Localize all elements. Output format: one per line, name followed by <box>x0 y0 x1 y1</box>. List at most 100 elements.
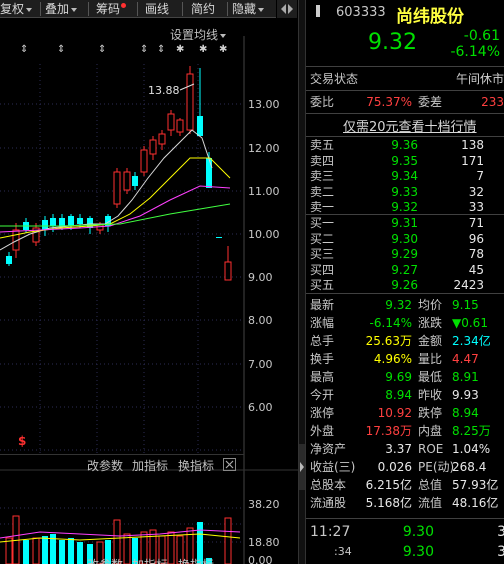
stat-label: 涨跌 <box>418 316 443 330</box>
sell-price: 9.32 <box>391 200 418 214</box>
sell-level-label: 卖一 <box>310 200 335 214</box>
stat-label: 昨收 <box>418 388 443 402</box>
stats-row: 外盘 17.38万 内盘 8.25万 <box>306 422 504 440</box>
weibi-label: 委比 <box>310 95 335 109</box>
sell-row[interactable]: 卖一 9.32 33 <box>306 200 504 215</box>
chevron-down-icon <box>258 7 265 12</box>
tick-list: 11:27 9.30 3:34 9.30 3 <box>306 522 504 562</box>
stat-value: 8.94 <box>385 388 412 402</box>
tick-time: :34 <box>334 545 352 558</box>
price-tick-label: 6.00 <box>248 401 273 414</box>
stock-code: 603333 <box>336 5 386 20</box>
drawline-button[interactable]: 画线 <box>145 0 173 18</box>
fuquan-button[interactable]: 复权 <box>0 0 40 18</box>
trade-status-row: 交易状态 午间休市 <box>306 70 504 88</box>
sell-level-label: 卖四 <box>310 153 335 168</box>
stat-label: 内盘 <box>418 424 443 438</box>
simple-button[interactable]: 简约 <box>191 0 219 18</box>
stat-value: 6.215亿 <box>365 478 412 492</box>
sell-row[interactable]: 卖二 9.33 32 <box>306 185 504 200</box>
buy-price: 9.30 <box>391 231 418 246</box>
hide-button[interactable]: 隐藏 <box>232 0 274 18</box>
price-axis: 13.00 12.00 11.00 10.00 9.00 8.00 7.00 6.00 38.2… <box>0 18 298 564</box>
price-change: -0.61 <box>463 28 500 44</box>
sell-price: 9.34 <box>391 169 418 183</box>
sell-orders: 卖五 9.36 138 卖四 9.35 171 卖三 9.34 7 卖二 9.33 32 卖一 9.32 3… <box>306 138 504 218</box>
buy-volume: 71 <box>468 216 484 230</box>
last-price: 9.32 <box>368 30 417 55</box>
stat-value: ▼0.61 <box>452 316 488 330</box>
sell-volume: 171 <box>461 153 484 168</box>
price-tick-label: 13.00 <box>248 98 280 111</box>
overlay-button[interactable]: 叠加 <box>45 0 82 18</box>
buy-row[interactable]: 买一 9.31 71 <box>306 216 504 231</box>
stat-label: 今开 <box>310 388 335 402</box>
sell-row[interactable]: 卖四 9.35 171 <box>306 154 504 169</box>
buy-price: 9.27 <box>391 262 418 277</box>
weicha-label: 委差 <box>418 95 443 109</box>
buy-row[interactable]: 买二 9.30 96 <box>306 232 504 247</box>
stat-label: 均价 <box>418 298 443 312</box>
scroll-arrows-icon[interactable] <box>277 0 297 18</box>
change-params-button-2[interactable]: 改参数 <box>87 556 123 564</box>
add-indicator-button[interactable]: 加指标 <box>132 457 168 474</box>
chips-button[interactable]: 筹码 <box>96 0 136 18</box>
stat-value: 9.93 <box>452 388 479 402</box>
switch-indicator-button[interactable]: 换指标 <box>178 457 214 474</box>
sell-volume: 7 <box>476 169 484 183</box>
switch-indicator-button-2[interactable]: 换指标 <box>178 556 214 564</box>
stat-label: 涨停 <box>310 406 335 420</box>
stat-label: 金额 <box>418 334 443 348</box>
splitter-handle[interactable] <box>299 444 305 490</box>
stat-label: 涨幅 <box>310 316 335 330</box>
sell-row[interactable]: 卖五 9.36 138 <box>306 138 504 153</box>
buy-row[interactable]: 买三 9.29 78 <box>306 247 504 262</box>
hide-label: 隐藏 <box>232 2 257 16</box>
stats-row: 总手 25.63万 金额 2.34亿 <box>306 332 504 350</box>
add-indicator-button-2[interactable]: 加指标 <box>132 556 168 564</box>
sell-level-label: 卖三 <box>310 169 335 183</box>
star-icon[interactable] <box>314 4 322 21</box>
stats-row: 总股本 6.215亿 总值 57.93亿 <box>306 476 504 494</box>
sell-volume: 138 <box>461 138 484 152</box>
close-icon <box>225 460 234 469</box>
collapse-arrow-icon <box>300 462 304 472</box>
chips-label: 筹码 <box>96 2 121 16</box>
buy-row[interactable]: 买五 9.26 2423 <box>306 278 504 293</box>
buy-level-label: 买二 <box>310 231 335 246</box>
price-tick-label: 7.00 <box>248 358 273 371</box>
price-tick-label: 11.00 <box>248 185 280 198</box>
buy-volume: 2423 <box>453 278 484 292</box>
stat-label: 总股本 <box>310 478 347 492</box>
stat-value: 8.91 <box>452 370 479 384</box>
buy-volume: 45 <box>468 262 484 277</box>
kline-chart[interactable]: 设置均线 ⇕ ⇕ ⇕ ⇕ ⇕ ✱ ✱ ✱ 13.88 13.00 12.00 11.00 10.00… <box>0 18 298 564</box>
weibi-row: 委比 75.37% 委差 233 <box>306 93 504 111</box>
stats-row: 收益(三) 0.026 PE(动) 268.4 <box>306 458 504 476</box>
stat-value: 4.96% <box>373 352 412 366</box>
stat-label: 总值 <box>418 478 443 492</box>
volume-tick-label: 38.20 <box>248 498 280 511</box>
buy-level-label: 买三 <box>310 247 335 261</box>
buy-row[interactable]: 买四 9.27 45 <box>306 263 504 278</box>
change-params-button[interactable]: 改参数 <box>87 457 123 474</box>
sell-row[interactable]: 卖三 9.34 7 <box>306 169 504 184</box>
status-label: 交易状态 <box>310 72 359 86</box>
level10-link[interactable]: 仅需20元查看十档行情 <box>343 116 477 135</box>
stats-row: 涨幅 -6.14% 涨跌 ▼0.61 <box>306 314 504 332</box>
stat-value: -6.14% <box>369 316 412 330</box>
sell-price: 9.36 <box>391 138 418 152</box>
tick-volume: 3 <box>497 544 504 560</box>
stat-value: 3.37 <box>385 442 412 456</box>
fuquan-label: 复权 <box>0 2 25 16</box>
close-indicator-button[interactable] <box>223 458 236 471</box>
stat-label: PE(动) <box>418 460 455 474</box>
overlay-label: 叠加 <box>45 2 70 16</box>
sell-price: 9.35 <box>391 153 418 168</box>
stat-label: 总手 <box>310 334 335 348</box>
stat-value: 2.34亿 <box>452 334 491 348</box>
volume-tick-label: 18.80 <box>248 536 280 549</box>
stats-table: 最新 9.32 均价 9.15 涨幅 -6.14% 涨跌 ▼0.61 总手 25.63万 金额 2.3… <box>306 296 504 512</box>
tick-price: 9.30 <box>402 524 434 540</box>
stat-value: 9.69 <box>385 370 412 384</box>
